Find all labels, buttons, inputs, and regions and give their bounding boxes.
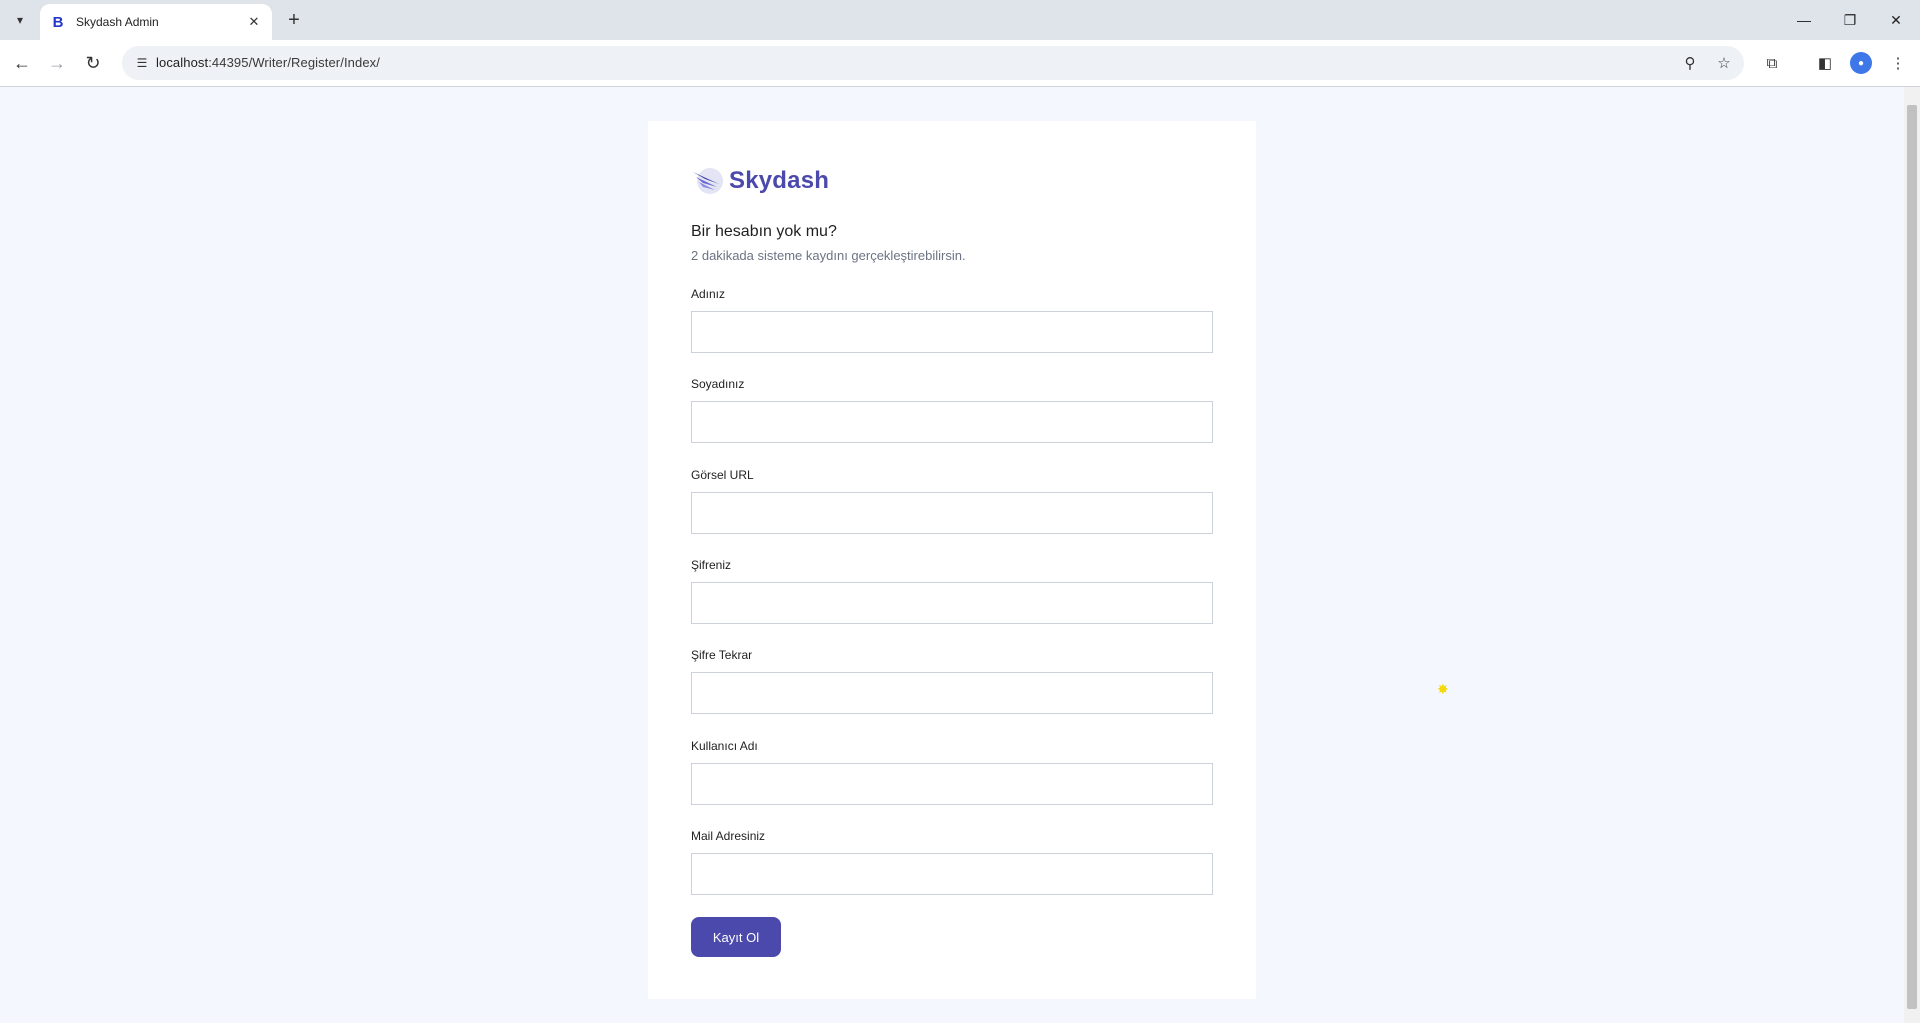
username-label: Kullanıcı Adı xyxy=(691,739,758,753)
last-name-input[interactable] xyxy=(691,401,1213,443)
browser-toolbar: ← → ↻ ☰ localhost:44395/Writer/Register/… xyxy=(0,40,1920,87)
close-window-icon[interactable]: ✕ xyxy=(1876,6,1916,34)
url-text[interactable]: localhost:44395/Writer/Register/Index/ xyxy=(156,55,380,70)
password-repeat-input[interactable] xyxy=(691,672,1213,714)
forward-arrow-icon[interactable]: → xyxy=(43,49,71,77)
image-url-label: Görsel URL xyxy=(691,468,754,482)
bookmark-star-icon[interactable]: ☆ xyxy=(1712,51,1736,75)
address-bar[interactable]: ☰ localhost:44395/Writer/Register/Index/… xyxy=(122,46,1744,80)
zoom-icon[interactable]: ⚲ xyxy=(1678,51,1702,75)
username-input[interactable] xyxy=(691,763,1213,805)
url-host: localhost xyxy=(156,55,209,70)
url-path: :44395/Writer/Register/Index/ xyxy=(208,55,380,70)
password-repeat-label: Şifre Tekrar xyxy=(691,648,753,662)
vertical-scrollbar[interactable] xyxy=(1904,87,1920,1023)
register-submit-button[interactable]: Kayıt Ol xyxy=(691,917,781,957)
email-label: Mail Adresiniz xyxy=(691,829,766,843)
site-info-icon[interactable]: ☰ xyxy=(130,51,154,75)
tab-favicon-icon: B xyxy=(52,13,64,31)
password-input[interactable] xyxy=(691,582,1213,624)
form-heading: Bir hesabın yok mu? xyxy=(691,223,837,240)
restore-window-icon[interactable]: ❐ xyxy=(1830,6,1870,34)
new-tab-icon[interactable]: + xyxy=(282,8,306,32)
back-arrow-icon[interactable]: ← xyxy=(8,49,36,77)
brand-name: Skydash xyxy=(729,167,830,194)
profile-avatar-icon[interactable]: ● xyxy=(1850,52,1872,74)
reload-icon[interactable]: ↻ xyxy=(79,49,107,77)
register-card: Skydash Bir hesabın yok mu? 2 dakikada s… xyxy=(648,121,1256,999)
form-subheading: 2 dakikada sisteme kaydını gerçekleştire… xyxy=(691,248,966,263)
image-url-input[interactable] xyxy=(691,492,1213,534)
minimize-window-icon[interactable]: — xyxy=(1784,6,1824,34)
browser-menu-icon[interactable]: ⋮ xyxy=(1886,51,1910,75)
brand-logo: Skydash xyxy=(691,161,829,201)
first-name-label: Adınız xyxy=(691,287,726,301)
browser-tab[interactable]: B Skydash Admin ✕ xyxy=(40,4,272,40)
tab-search-dropdown-icon[interactable]: ▾ xyxy=(8,8,32,32)
password-label: Şifreniz xyxy=(691,558,732,572)
first-name-input[interactable] xyxy=(691,311,1213,353)
scrollbar-thumb[interactable] xyxy=(1907,105,1917,1009)
browser-tab-strip: ▾ B Skydash Admin ✕ + — ❐ ✕ xyxy=(0,0,1920,40)
skydash-logo-icon xyxy=(693,168,723,194)
last-name-label: Soyadınız xyxy=(691,377,745,391)
tab-close-icon[interactable]: ✕ xyxy=(244,12,264,32)
extensions-puzzle-icon[interactable]: ⧉ xyxy=(1760,51,1784,75)
tab-title: Skydash Admin xyxy=(76,15,159,29)
cursor-highlight-icon: ✸ xyxy=(1437,681,1449,697)
email-input[interactable] xyxy=(691,853,1213,895)
side-panel-icon[interactable]: ◧ xyxy=(1813,51,1837,75)
